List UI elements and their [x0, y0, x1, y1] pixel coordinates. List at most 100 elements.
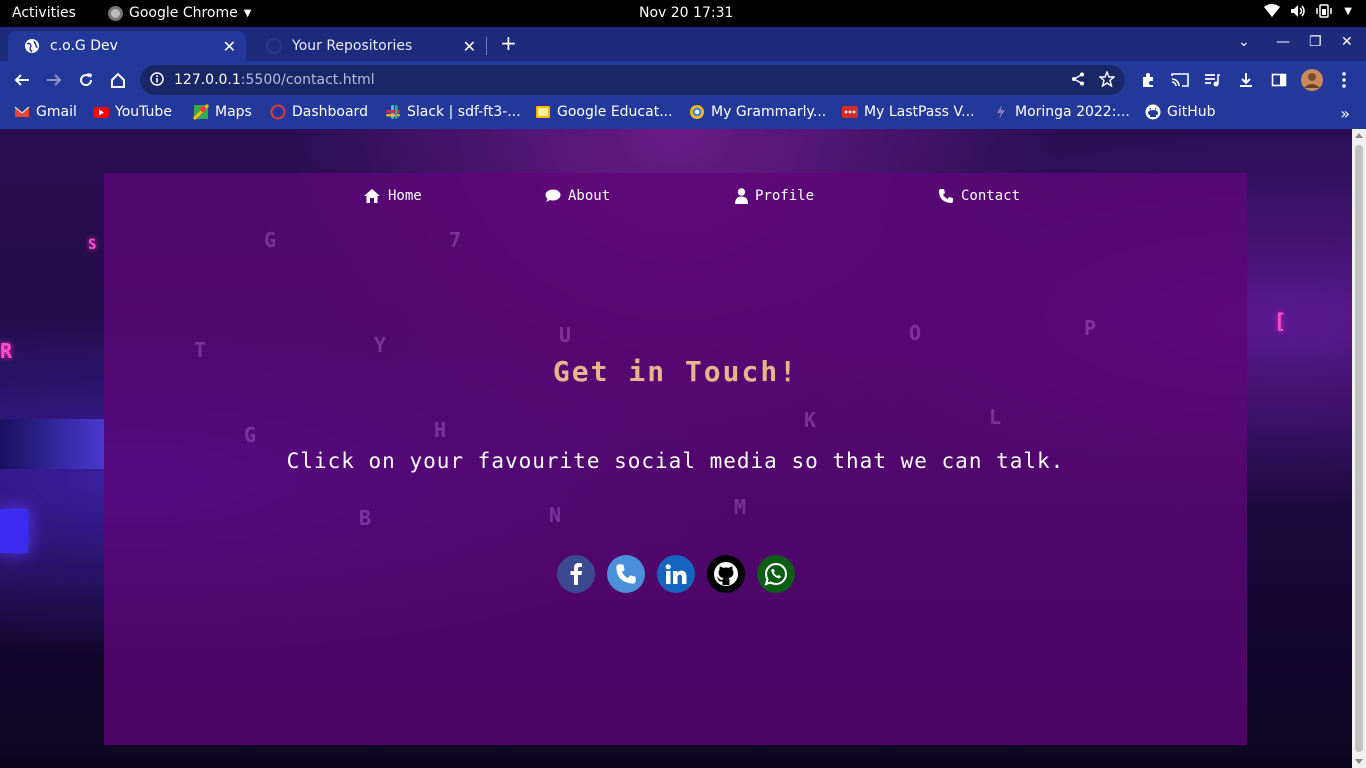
keyboard-key-decoration: S: [88, 237, 97, 253]
facebook-icon: [570, 563, 582, 585]
bookmark-dashboard[interactable]: Dashboard: [270, 104, 368, 120]
side-panel-icon[interactable]: [1269, 70, 1289, 90]
keyboard-key-decoration: U: [559, 323, 572, 347]
system-menu-caret-icon: ▼: [1344, 5, 1352, 17]
more-menu-icon[interactable]: [1334, 70, 1354, 90]
bookmark-youtube[interactable]: YouTube: [93, 104, 172, 120]
url-host: 127.0.0.1: [174, 72, 241, 88]
back-icon[interactable]: [12, 70, 32, 90]
media-controls-icon[interactable]: [1202, 70, 1222, 90]
nav-label: Home: [388, 188, 422, 204]
social-links: [557, 555, 795, 593]
nav-profile[interactable]: Profile: [735, 188, 814, 204]
bookmark-lastpass[interactable]: My LastPass V...: [842, 104, 975, 120]
github-icon: [1145, 104, 1161, 120]
tab-strip: c.o.G Dev ✕ Your Repositories ✕: [0, 27, 1366, 61]
keyboard-key-decoration: N: [549, 503, 562, 527]
tab-repositories[interactable]: Your Repositories ✕: [250, 31, 486, 61]
keyboard-key-decoration: G: [244, 423, 257, 447]
keyboard-key-decoration: B: [359, 506, 372, 530]
bookmark-slack[interactable]: Slack | sdf-ft3-...: [385, 104, 521, 120]
grammarly-icon: [690, 105, 704, 119]
lastpass-icon: [842, 106, 858, 118]
nav-contact[interactable]: Contact: [938, 188, 1020, 204]
url-text: 127.0.0.1:5500/contact.html: [174, 72, 375, 88]
keyboard-key-decoration: K: [804, 408, 817, 432]
nav-label: Contact: [961, 188, 1021, 204]
activities-button[interactable]: Activities: [12, 5, 76, 21]
facebook-link[interactable]: [557, 555, 595, 593]
keyboard-key-decoration: 7: [449, 228, 462, 252]
bookmarks-bar: Gmail YouTube Maps Dashboard Slack | sdf…: [0, 98, 1366, 129]
forward-icon[interactable]: [44, 70, 64, 90]
browser-toolbar: 127.0.0.1:5500/contact.html: [0, 61, 1366, 98]
nav-about[interactable]: About: [545, 188, 610, 204]
bookmark-grammarly[interactable]: My Grammarly...: [689, 104, 826, 120]
minimize-icon[interactable]: —: [1276, 34, 1290, 50]
page-scrollbar[interactable]: [1352, 129, 1366, 768]
tab-separator: [486, 37, 487, 55]
bookmarks-overflow-icon[interactable]: »: [1340, 104, 1350, 123]
tab-search-icon[interactable]: ⌄: [1238, 34, 1250, 50]
profile-avatar[interactable]: [1300, 68, 1324, 92]
share-icon[interactable]: [1071, 72, 1085, 90]
bookmark-label: YouTube: [115, 104, 172, 120]
globe-icon: [24, 38, 40, 54]
extensions-icon[interactable]: [1138, 70, 1158, 90]
scroll-up-arrow-icon[interactable]: [1355, 133, 1363, 138]
gmail-icon: [14, 106, 30, 117]
page-viewport: R F S [ T Y U O P G H K L B N M G 7 Home…: [0, 129, 1352, 768]
whatsapp-icon: [764, 562, 787, 586]
youtube-icon: [93, 107, 109, 118]
dashboard-icon: [270, 104, 286, 120]
github-icon: [714, 562, 738, 586]
close-window-icon[interactable]: ✕: [1341, 34, 1353, 50]
reload-icon[interactable]: [76, 70, 96, 90]
linkedin-link[interactable]: [657, 555, 695, 593]
home-button-icon[interactable]: [108, 70, 128, 90]
bookmark-github[interactable]: GitHub: [1145, 104, 1216, 120]
whatsapp-link[interactable]: [757, 555, 795, 593]
cast-icon[interactable]: [1170, 70, 1190, 90]
page-subtitle: Click on your favourite social media so …: [286, 449, 1065, 473]
maps-icon: [193, 104, 209, 120]
wifi-icon: [1264, 4, 1281, 17]
battery-icon: [1316, 4, 1333, 18]
scrollbar-thumb[interactable]: [1355, 145, 1363, 752]
linkedin-icon: [665, 564, 687, 584]
app-menu[interactable]: Google Chrome ▼: [108, 5, 251, 21]
address-bar[interactable]: 127.0.0.1:5500/contact.html: [140, 65, 1125, 95]
bookmark-label: Google Educat...: [557, 104, 673, 120]
keyboard-key-decoration: Y: [374, 333, 387, 357]
site-info-icon[interactable]: [150, 72, 164, 90]
keyboard-key-decoration: L: [989, 405, 1002, 429]
bookmark-maps[interactable]: Maps: [193, 104, 252, 120]
scroll-down-arrow-icon[interactable]: [1355, 759, 1363, 764]
comment-icon: [545, 189, 561, 202]
phone-icon: [939, 189, 953, 203]
keyboard-key-decoration: M: [734, 495, 747, 519]
bookmark-gmail[interactable]: Gmail: [14, 104, 77, 120]
tab-active[interactable]: c.o.G Dev ✕: [8, 31, 246, 61]
nav-home[interactable]: Home: [363, 188, 422, 204]
bookmark-label: Dashboard: [292, 104, 368, 120]
close-tab-icon[interactable]: ✕: [463, 37, 476, 56]
github-tab-icon: [266, 38, 282, 54]
bookmark-google-education[interactable]: Google Educat...: [535, 104, 673, 120]
keyboard-key-decoration: O: [909, 321, 922, 345]
bookmark-star-icon[interactable]: [1098, 70, 1116, 91]
github-link[interactable]: [707, 555, 745, 593]
close-tab-icon[interactable]: ✕: [223, 37, 236, 56]
chrome-icon: [108, 5, 123, 21]
keyboard-key-decoration: [: [1274, 309, 1287, 333]
bookmark-label: Slack | sdf-ft3-...: [407, 104, 521, 120]
bookmark-moringa[interactable]: Moringa 2022:...: [993, 104, 1130, 120]
nav-label: Profile: [755, 188, 815, 204]
new-tab-button[interactable]: +: [500, 31, 517, 55]
system-tray[interactable]: ▼: [1264, 4, 1352, 18]
restore-icon[interactable]: ❐: [1309, 34, 1322, 50]
download-icon[interactable]: [1236, 70, 1256, 90]
phone-icon: [616, 564, 636, 584]
clock[interactable]: Nov 20 17:31: [639, 5, 733, 21]
phone-link[interactable]: [607, 555, 645, 593]
